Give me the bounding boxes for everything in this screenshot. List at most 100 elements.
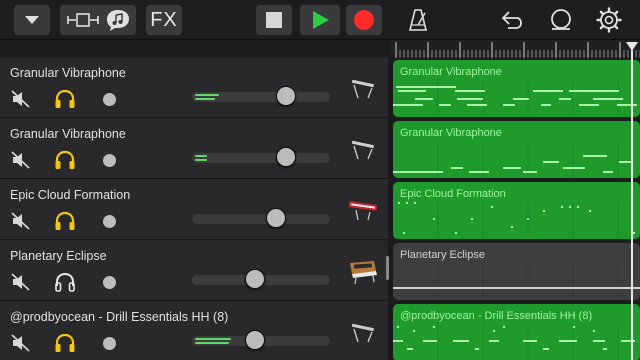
loop-button[interactable] [546, 5, 576, 35]
volume-knob[interactable] [245, 330, 265, 350]
record-enable-button[interactable] [98, 88, 120, 110]
play-button[interactable] [300, 5, 340, 35]
midi-note [455, 232, 457, 234]
mute-button[interactable] [10, 88, 32, 110]
solo-button[interactable] [54, 88, 76, 110]
track-header[interactable]: Epic Cloud Formation [0, 180, 388, 240]
midi-note [527, 218, 529, 220]
stop-icon [266, 12, 282, 28]
undo-button[interactable] [496, 5, 526, 35]
playhead-handle[interactable] [626, 42, 638, 51]
smart-controls-icon[interactable] [105, 8, 131, 32]
volume-knob[interactable] [276, 86, 296, 106]
stop-button[interactable] [256, 5, 292, 35]
midi-note [569, 90, 619, 92]
record-enable-button[interactable] [98, 210, 120, 232]
solo-button[interactable] [54, 271, 76, 293]
speaker-mute-icon [11, 151, 30, 169]
midi-note [589, 210, 591, 212]
speaker-mute-icon [11, 273, 30, 291]
speaker-mute-icon [11, 334, 30, 352]
midi-note [541, 104, 551, 106]
track-header[interactable]: Planetary Eclipse [0, 241, 388, 301]
mute-button[interactable] [10, 271, 32, 293]
volume-knob[interactable] [276, 147, 296, 167]
audio-region[interactable]: Epic Cloud Formation [393, 182, 640, 239]
record-button[interactable] [346, 5, 382, 35]
midi-note [455, 90, 485, 92]
track-name: Planetary Eclipse [10, 249, 107, 263]
headphones-icon [55, 333, 75, 352]
fx-button[interactable]: FX [146, 5, 182, 35]
browser-dropdown-button[interactable] [14, 5, 50, 35]
midi-note [414, 202, 416, 204]
midi-note [396, 86, 456, 88]
track-headers: Granular Vibraphone Granular Vibraphone … [0, 58, 389, 360]
volume-slider[interactable] [192, 214, 330, 224]
record-enable-button[interactable] [98, 271, 120, 293]
speaker-mute-icon [11, 90, 30, 108]
midi-note [393, 287, 640, 289]
midi-note [471, 218, 473, 220]
midi-note [397, 326, 399, 328]
mute-button[interactable] [10, 149, 32, 171]
audio-region[interactable]: Planetary Eclipse [393, 243, 640, 300]
track-header[interactable]: @prodbyocean - Drill Essentials HH (8) [0, 302, 388, 360]
midi-note [415, 98, 433, 100]
midi-note [453, 340, 469, 342]
midi-note [533, 90, 563, 92]
midi-note [579, 104, 599, 106]
midi-note [406, 202, 408, 204]
track-lanes: Granular Vibraphone Granular Vibraphone … [390, 58, 640, 360]
midi-note [543, 161, 559, 163]
headphones-icon [55, 211, 75, 230]
audio-region[interactable]: Granular Vibraphone [393, 121, 640, 178]
playhead[interactable] [631, 42, 633, 360]
solo-button[interactable] [54, 332, 76, 354]
track-name: Epic Cloud Formation [10, 188, 131, 202]
mute-button[interactable] [10, 210, 32, 232]
midi-note [489, 340, 499, 342]
settings-gear-icon [596, 7, 622, 33]
midi-note [433, 218, 435, 220]
midi-note [577, 206, 579, 208]
midi-note [403, 232, 405, 234]
headphones-icon [55, 150, 75, 169]
record-enable-button[interactable] [98, 332, 120, 354]
track-name: @prodbyocean - Drill Essentials HH (8) [10, 310, 229, 324]
midi-note [513, 98, 529, 100]
settings-button[interactable] [594, 5, 624, 35]
track-header[interactable]: Granular Vibraphone [0, 119, 388, 179]
audio-region[interactable]: Granular Vibraphone [393, 60, 640, 117]
track-header[interactable]: Granular Vibraphone [0, 58, 388, 118]
solo-button[interactable] [54, 149, 76, 171]
track-view-icon[interactable] [65, 9, 101, 31]
top-toolbar: FX [0, 0, 640, 40]
solo-button[interactable] [54, 210, 76, 232]
record-enable-button[interactable] [98, 149, 120, 171]
track-name: Granular Vibraphone [10, 66, 126, 80]
midi-note [523, 171, 537, 173]
volume-knob[interactable] [266, 208, 286, 228]
midi-note [617, 104, 637, 106]
midi-note [583, 155, 607, 157]
speaker-mute-icon [11, 212, 30, 230]
keyboard-icon [351, 323, 374, 343]
midi-note [523, 340, 537, 342]
audio-region[interactable]: @prodbyocean - Drill Essentials HH (8) [393, 304, 640, 360]
timeline-ruler[interactable] [390, 40, 640, 58]
metronome-button[interactable] [404, 5, 432, 35]
fx-label: FX [150, 8, 178, 31]
column-resize-handle[interactable] [386, 256, 389, 280]
analog-synth-icon [350, 261, 377, 285]
midi-note [573, 326, 575, 328]
midi-note [543, 210, 545, 212]
region-label: Granular Vibraphone [400, 127, 502, 139]
record-enable-dot [102, 275, 116, 289]
volume-knob[interactable] [245, 269, 265, 289]
midi-note [603, 348, 607, 350]
midi-note [511, 226, 513, 228]
level-meter [195, 336, 231, 346]
midi-note [393, 104, 423, 106]
mute-button[interactable] [10, 332, 32, 354]
